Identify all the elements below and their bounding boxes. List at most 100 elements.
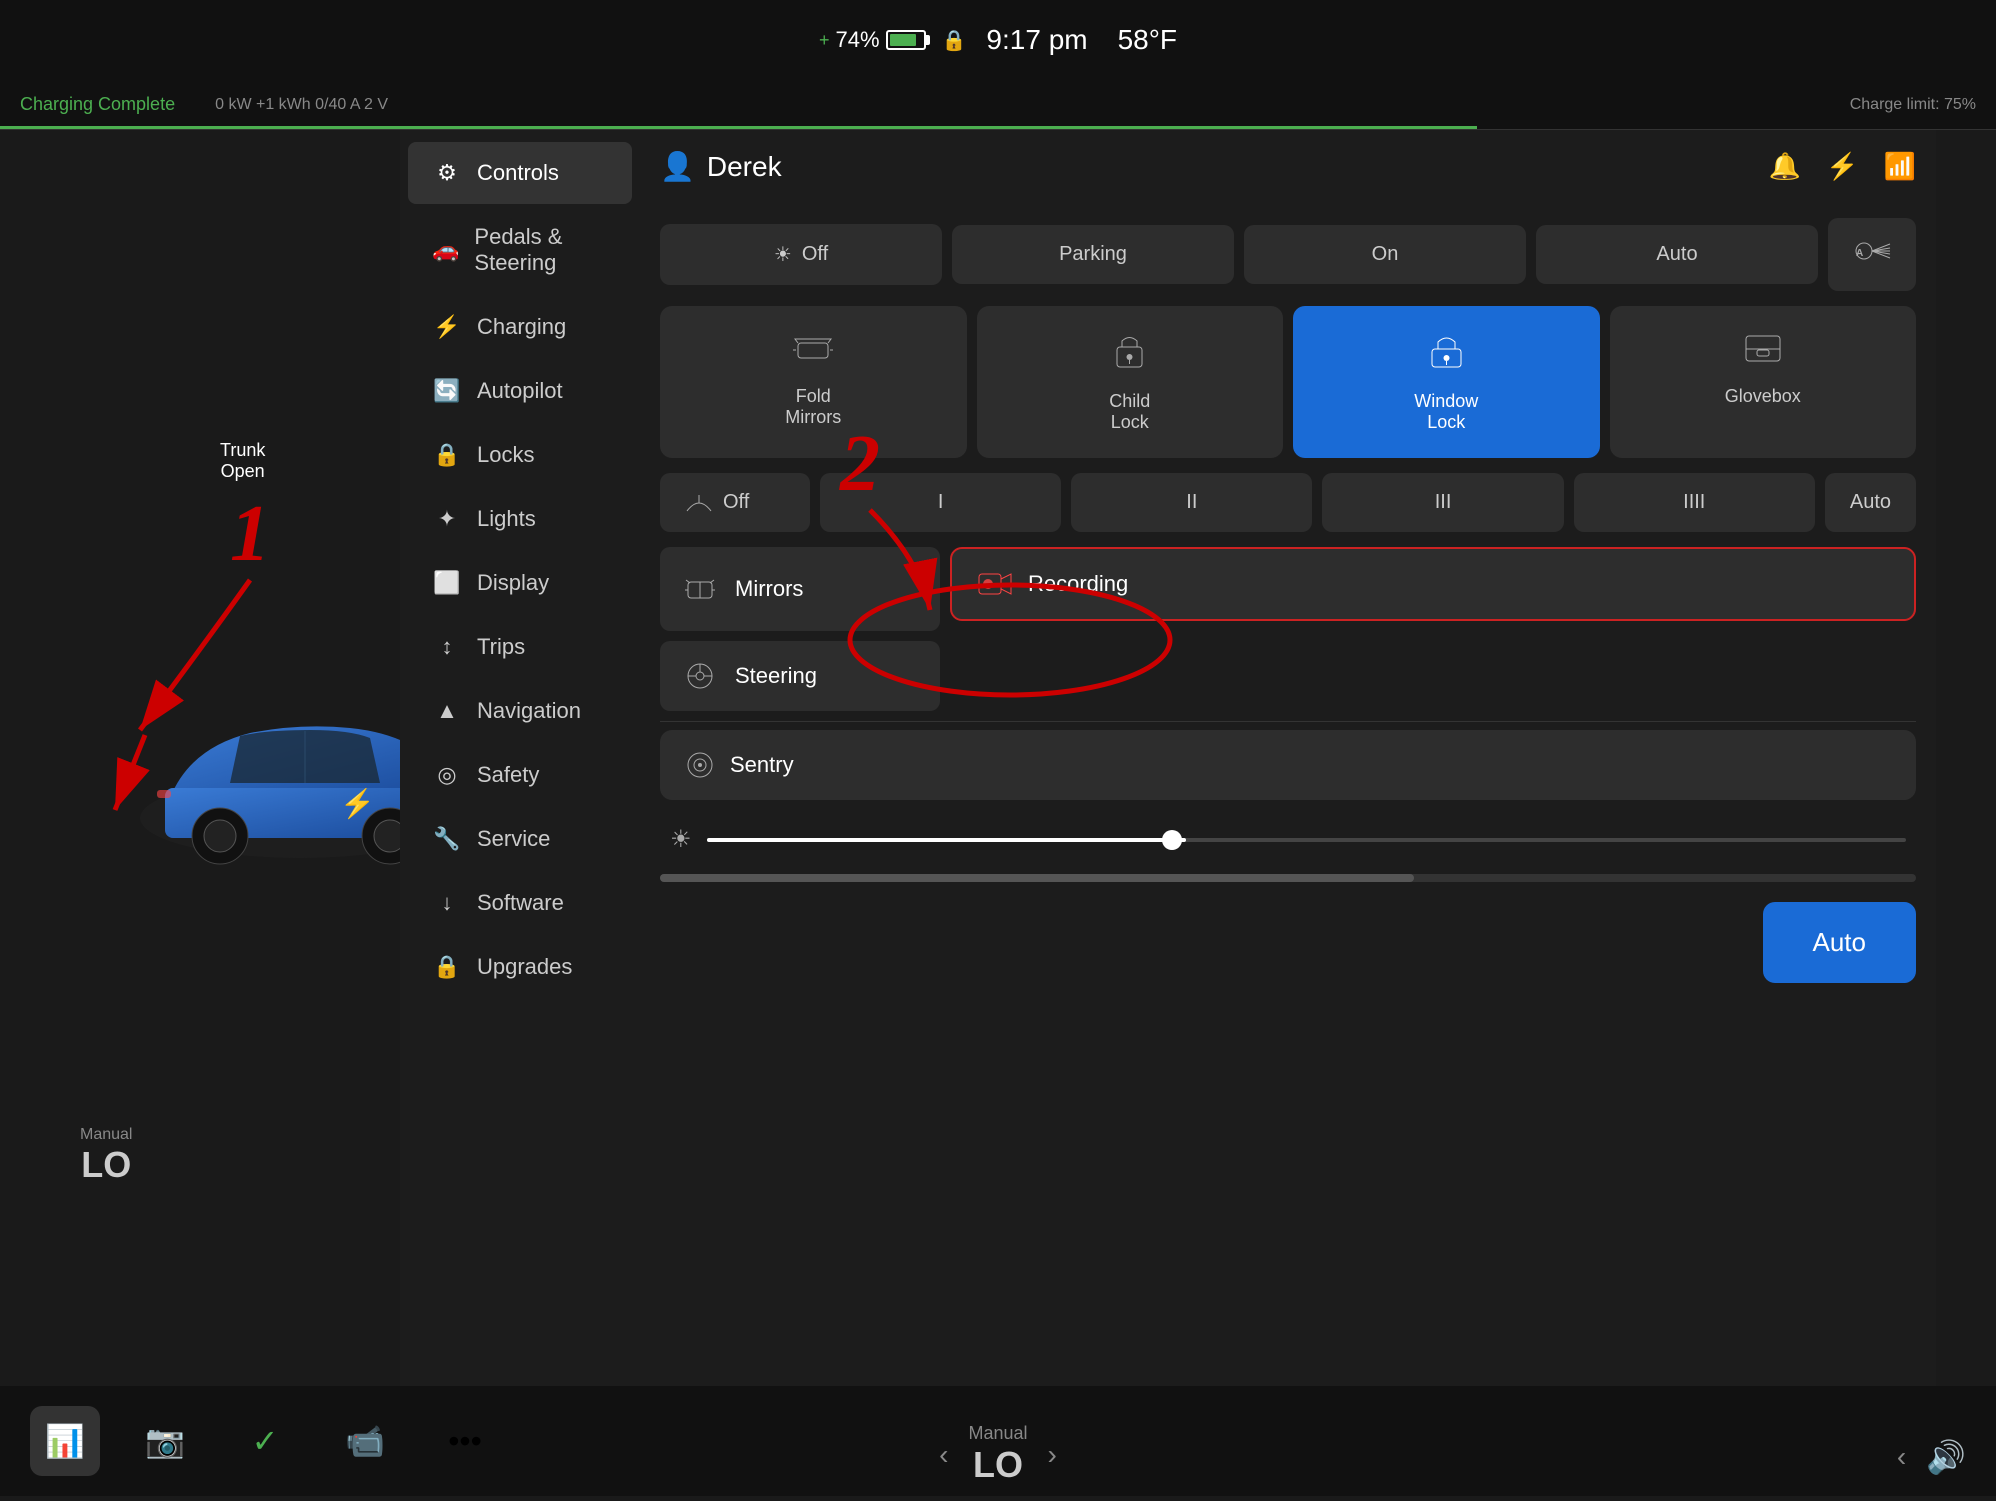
mirrors-item[interactable]: Mirrors	[660, 547, 940, 631]
sidebar-label-display: Display	[477, 570, 549, 596]
scroll-bar[interactable]	[660, 874, 1916, 882]
bottom-nav: 📊 📷 ✓ 📹 ••• ‹ Manual LO › ‹ 🔊	[0, 1386, 1996, 1496]
wiper-speed2-label: II	[1186, 491, 1197, 513]
manual-lo-center: Manual LO	[968, 1423, 1027, 1486]
bar-chart-icon: 📊	[45, 1422, 85, 1460]
sidebar-item-controls[interactable]: ⚙ Controls	[408, 142, 632, 204]
wipers-speed3-button[interactable]: III	[1322, 473, 1563, 532]
dots-icon: •••	[448, 1423, 482, 1460]
autopilot-icon: 🔄	[432, 378, 462, 404]
sidebar-item-display[interactable]: ⬜ Display	[408, 552, 632, 614]
lights-parking-label: Parking	[1059, 243, 1127, 266]
sidebar-label-controls: Controls	[477, 160, 559, 186]
steering-item[interactable]: Steering	[660, 641, 940, 711]
child-lock-icon	[1112, 331, 1147, 379]
sentry-label: Sentry	[730, 752, 794, 778]
locks-icon: 🔒	[432, 442, 462, 468]
sidebar-item-pedals[interactable]: 🚗 Pedals & Steering	[408, 206, 632, 294]
fold-mirrors-button[interactable]: FoldMirrors	[660, 306, 967, 458]
lights-on-button[interactable]: On	[1244, 225, 1526, 284]
sidebar-item-autopilot[interactable]: 🔄 Autopilot	[408, 360, 632, 422]
battery-percentage: 74%	[835, 27, 879, 53]
auto-climate-button[interactable]: Auto	[1763, 902, 1917, 983]
sidebar-item-charging[interactable]: ⚡ Charging	[408, 296, 632, 358]
left-arrow-nav[interactable]: ‹	[1897, 1441, 1906, 1473]
nav-camera[interactable]: 📷	[130, 1406, 200, 1476]
header-icons: 🔔 ⚡ 📶	[1769, 151, 1916, 182]
lights-parking-button[interactable]: Parking	[952, 225, 1234, 284]
dashcam-icon: 📹	[345, 1422, 385, 1460]
wifi-icon[interactable]: 📶	[1884, 151, 1916, 182]
brightness-slider[interactable]	[707, 838, 1906, 842]
sidebar-label-navigation: Navigation	[477, 698, 581, 724]
recording-item[interactable]: Recording	[950, 547, 1916, 621]
sidebar-label-service: Service	[477, 826, 550, 852]
manual-lo-left: Manual LO	[80, 1126, 132, 1186]
lights-off-button[interactable]: ☀ Off	[660, 224, 942, 285]
sun-icon: ☀	[774, 242, 792, 267]
nav-dashcam[interactable]: 📹	[330, 1406, 400, 1476]
main-panel: 👤 Derek 🔔 ⚡ 📶 ☀ Off Parking On Auto	[640, 130, 1936, 1386]
navigation-icon: ▲	[432, 698, 462, 724]
glovebox-button[interactable]: Glovebox	[1610, 306, 1917, 458]
user-name-text: Derek	[707, 151, 782, 183]
nav-check[interactable]: ✓	[230, 1406, 300, 1476]
right-chevron[interactable]: ›	[1048, 1439, 1057, 1471]
lights-icon: ✦	[432, 506, 462, 532]
lights-section: ☀ Off Parking On Auto A	[660, 218, 1916, 291]
wipers-speed1-button[interactable]: I	[820, 473, 1061, 532]
battery-indicator: + 74% 🔒	[819, 27, 966, 53]
trunk-bottom-label: Trunk	[220, 440, 265, 461]
sidebar-item-trips[interactable]: ↕ Trips	[408, 616, 632, 678]
bluetooth-icon[interactable]: ⚡	[1826, 151, 1858, 182]
right-controls: ‹ 🔊	[1897, 1438, 1966, 1476]
left-chevron[interactable]: ‹	[939, 1439, 948, 1471]
mirrors-label: Mirrors	[735, 576, 803, 602]
brightness-thumb[interactable]	[1162, 830, 1182, 850]
auto-headlamp-icon: A	[1852, 236, 1892, 273]
sidebar-label-upgrades: Upgrades	[477, 954, 572, 980]
wipers-speed2-button[interactable]: II	[1071, 473, 1312, 532]
lights-off-label: Off	[802, 243, 828, 266]
bell-icon[interactable]: 🔔	[1769, 151, 1801, 182]
sentry-item[interactable]: Sentry	[660, 730, 1916, 800]
nav-dots[interactable]: •••	[430, 1406, 500, 1476]
status-bar: + 74% 🔒 9:17 pm 58°F	[0, 0, 1996, 80]
sidebar-item-locks[interactable]: 🔒 Locks	[408, 424, 632, 486]
divider	[660, 721, 1916, 722]
battery-arrow: +	[819, 30, 830, 51]
steering-icon	[685, 661, 715, 691]
sidebar-label-software: Software	[477, 890, 564, 916]
scroll-thumb	[660, 874, 1414, 882]
nav-bar-chart[interactable]: 📊	[30, 1406, 100, 1476]
wiper-speed4-label: IIII	[1683, 491, 1705, 513]
svg-text:⚡: ⚡	[340, 787, 375, 820]
child-lock-button[interactable]: ChildLock	[977, 306, 1284, 458]
sidebar-item-safety[interactable]: ◎ Safety	[408, 744, 632, 806]
sidebar-item-software[interactable]: ↓ Software	[408, 872, 632, 934]
sidebar-label-charging: Charging	[477, 314, 566, 340]
recording-icon	[977, 569, 1013, 599]
wipers-auto-button[interactable]: Auto	[1825, 473, 1916, 532]
sidebar-label-safety: Safety	[477, 762, 539, 788]
sidebar: ⚙ Controls 🚗 Pedals & Steering ⚡ Chargin…	[400, 130, 640, 1386]
window-lock-button[interactable]: WindowLock	[1293, 306, 1600, 458]
recording-label: Recording	[1028, 571, 1128, 597]
lo-text-left: LO	[80, 1144, 132, 1186]
sidebar-item-lights[interactable]: ✦ Lights	[408, 488, 632, 550]
sidebar-item-upgrades[interactable]: 🔒 Upgrades	[408, 936, 632, 998]
main-header: 👤 Derek 🔔 ⚡ 📶	[660, 150, 1916, 198]
sidebar-item-navigation[interactable]: ▲ Navigation	[408, 680, 632, 742]
glovebox-icon	[1743, 331, 1783, 374]
wipers-off-button[interactable]: Off	[660, 473, 810, 532]
pedals-icon: 🚗	[432, 237, 459, 263]
auto-climate-label: Auto	[1813, 927, 1867, 957]
speaker-icon[interactable]: 🔊	[1926, 1438, 1966, 1476]
lights-auto-button[interactable]: Auto	[1536, 225, 1818, 284]
wipers-section: Off I II III IIII Auto	[660, 473, 1916, 532]
software-icon: ↓	[432, 890, 462, 916]
user-icon: 👤	[660, 150, 695, 183]
sidebar-item-service[interactable]: 🔧 Service	[408, 808, 632, 870]
wipers-speed4-button[interactable]: IIII	[1574, 473, 1815, 532]
fold-mirrors-icon	[793, 331, 833, 374]
